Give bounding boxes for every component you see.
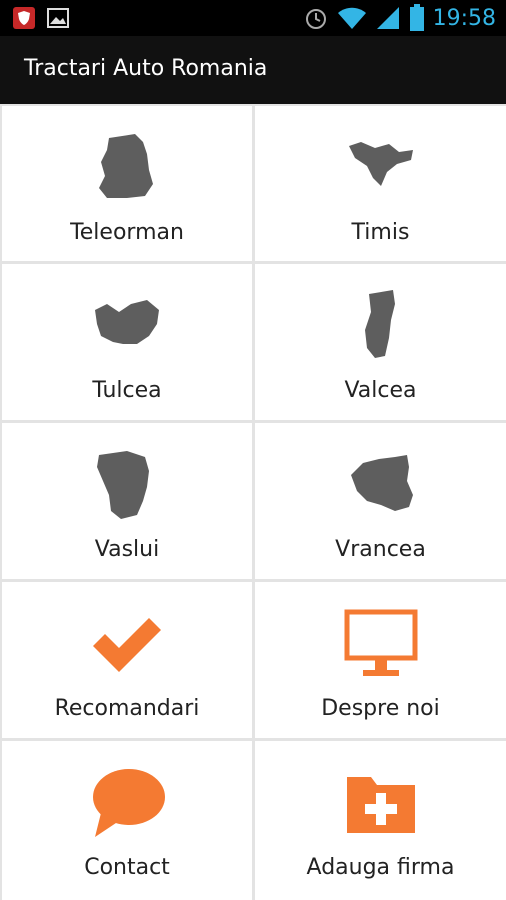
tile-valcea[interactable]: Valcea <box>255 264 506 420</box>
status-bar: 19:58 <box>0 0 506 36</box>
tile-label: Vrancea <box>335 537 426 562</box>
status-time: 19:58 <box>432 5 496 31</box>
tile-vrancea[interactable]: Vrancea <box>255 423 506 579</box>
tile-label: Despre noi <box>321 696 440 721</box>
add-folder-icon <box>346 777 415 833</box>
image-notification-icon <box>47 8 69 28</box>
teleorman-map-icon <box>99 134 153 198</box>
tile-adauga-firma[interactable]: Adauga firma <box>255 741 506 900</box>
tile-timis[interactable]: Timis <box>255 106 506 261</box>
vrancea-map-icon <box>350 455 413 511</box>
tile-despre-noi[interactable]: Despre noi <box>255 582 506 738</box>
tile-vaslui[interactable]: Vaslui <box>2 423 252 579</box>
tile-label: Adauga firma <box>306 855 455 880</box>
tile-tulcea[interactable]: Tulcea <box>2 264 252 420</box>
tile-label: Recomandari <box>54 696 200 721</box>
monitor-icon <box>344 609 417 676</box>
vaslui-map-icon <box>97 451 149 519</box>
menu-grid: Teleorman Timis Tulcea Valcea Vaslui Vra… <box>0 104 506 900</box>
tile-label: Contact <box>84 855 170 880</box>
tile-teleorman[interactable]: Teleorman <box>2 106 252 261</box>
shield-notification-icon <box>13 7 35 29</box>
wifi-icon <box>337 7 366 29</box>
app-title: Tractari Auto Romania <box>24 56 268 81</box>
tile-label: Teleorman <box>70 220 184 245</box>
alarm-icon <box>305 9 326 29</box>
tulcea-map-icon <box>95 300 159 344</box>
signal-icon <box>376 7 399 29</box>
tile-recomandari[interactable]: Recomandari <box>2 582 252 738</box>
checkmark-icon <box>93 618 161 672</box>
timis-map-icon <box>348 142 413 186</box>
battery-icon <box>409 4 424 31</box>
app-bar: Tractari Auto Romania <box>0 36 506 104</box>
tile-label: Tulcea <box>92 378 162 403</box>
tile-label: Vaslui <box>94 537 160 562</box>
valcea-map-icon <box>364 290 395 358</box>
tile-label: Timis <box>351 220 410 245</box>
tile-contact[interactable]: Contact <box>2 741 252 900</box>
tile-label: Valcea <box>344 378 417 403</box>
speech-bubble-icon <box>93 769 165 837</box>
